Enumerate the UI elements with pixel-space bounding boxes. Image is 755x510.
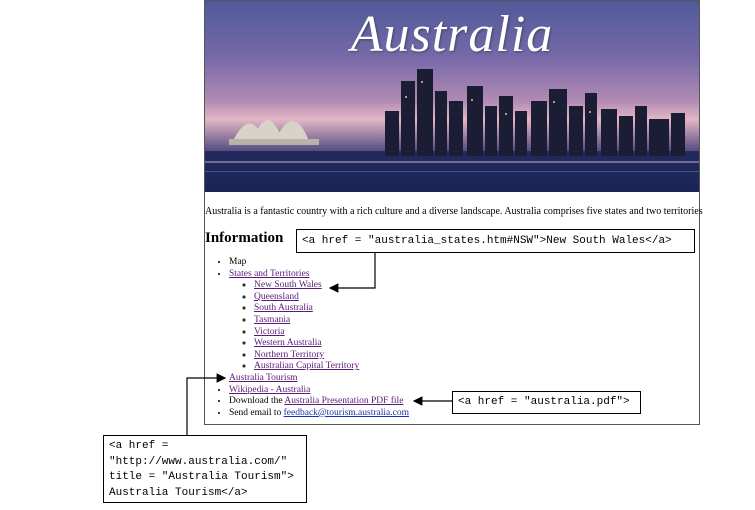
callout-arrows [186,253,452,435]
arrow-to-nsw [328,253,376,293]
arrow-to-tourism [186,373,227,435]
